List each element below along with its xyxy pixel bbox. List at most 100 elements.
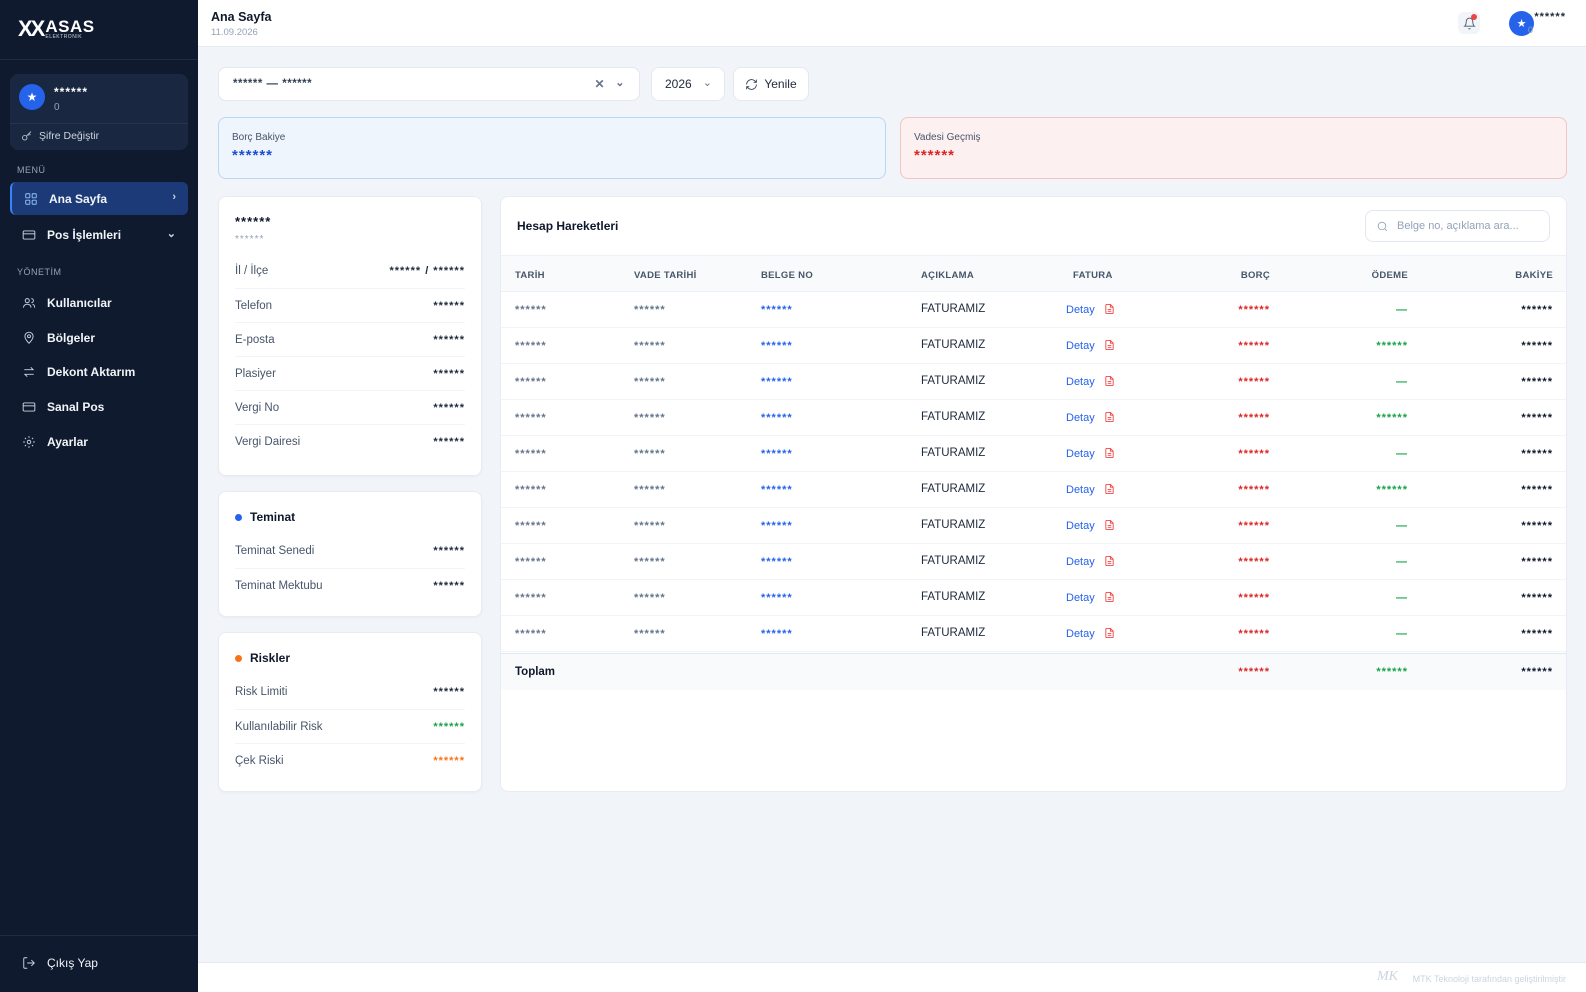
refresh-button[interactable]: Yenile [733,67,809,101]
transfer-icon [23,366,35,377]
pdf-file-icon[interactable] [1104,411,1115,423]
info-value: ****** [433,401,465,414]
brand-logo[interactable]: XX ASAS ELEKTRONIK [18,16,95,42]
detay-link[interactable]: Detay [1066,628,1095,640]
sidebar-item-pos-islemleri[interactable]: Pos İşlemleri ⌄ [10,218,188,251]
cell-belge-no[interactable]: ****** [761,376,793,388]
cell-bakiye: ****** [1521,484,1553,496]
pdf-file-icon[interactable] [1104,519,1115,531]
th-bakiye[interactable]: BAKİYE [1515,270,1553,281]
cell-borc: ****** [1238,556,1270,568]
transactions-search-input[interactable]: Belge no, açıklama ara... [1365,210,1550,242]
risk-panel: Riskler Risk Limiti ****** Kullanılabilir… [218,632,482,792]
pdf-file-icon[interactable] [1104,303,1115,315]
cell-odeme: ****** [1376,484,1408,496]
cell-belge-no[interactable]: ****** [761,592,793,604]
th-aciklama[interactable]: AÇIKLAMA [921,270,974,281]
table-row[interactable]: ****** ****** ****** FATURAMIZ Detay ****** — *… [501,580,1566,616]
info-value: ****** / ****** [389,265,465,277]
cell-vade: ****** [634,340,666,352]
cell-belge-no[interactable]: ****** [761,484,793,496]
risk-heading: Riskler [235,651,290,665]
detay-link[interactable]: Detay [1066,520,1095,532]
sidebar-item-label: Bölgeler [47,330,96,345]
pdf-file-icon[interactable] [1104,555,1115,567]
risk-value: ****** [433,686,465,698]
cell-belge-no[interactable]: ****** [761,556,793,568]
th-tarih[interactable]: TARİH [515,270,545,281]
detay-link[interactable]: Detay [1066,340,1095,352]
cell-tarih: ****** [515,556,547,568]
detay-link[interactable]: Detay [1066,556,1095,568]
info-row-il-ilce: İl / İlçe ****** / ****** [235,254,465,288]
logout-button[interactable]: Çıkış Yap [10,946,188,979]
cell-vade: ****** [634,520,666,532]
detay-link[interactable]: Detay [1066,412,1095,424]
table-row[interactable]: ****** ****** ****** FATURAMIZ Detay ****** — *… [501,616,1566,652]
table-row[interactable]: ****** ****** ****** FATURAMIZ Detay ****** — *… [501,292,1566,328]
teminat-panel: Teminat Teminat Senedi ****** Teminat Mek… [218,491,482,617]
cell-belge-no[interactable]: ****** [761,412,793,424]
th-odeme[interactable]: ÖDEME [1372,270,1408,281]
sidebar-item-ana-sayfa[interactable]: Ana Sayfa › [10,182,188,215]
table-header: TARİH VADE TARİHİ BELGE NO AÇIKLAMA FATU… [501,255,1566,292]
info-value: ****** [433,299,465,312]
blue-dot-icon [235,513,242,521]
table-row[interactable]: ****** ****** ****** FATURAMIZ Detay ****** — *… [501,544,1566,580]
cell-aciklama: FATURAMIZ [921,447,986,459]
cell-vade: ****** [634,592,666,604]
table-row[interactable]: ****** ****** ****** FATURAMIZ Detay ****** — *… [501,436,1566,472]
sidebar-item-sanal-pos[interactable]: Sanal Pos [10,390,188,423]
table-row[interactable]: ****** ****** ****** FATURAMIZ Detay ****** — *… [501,508,1566,544]
detay-link[interactable]: Detay [1066,304,1095,316]
clear-icon[interactable]: ✕ [594,77,605,91]
pdf-file-icon[interactable] [1104,591,1115,603]
table-row[interactable]: ****** ****** ****** FATURAMIZ Detay ****** **… [501,400,1566,436]
table-row[interactable]: ****** ****** ****** FATURAMIZ Detay ****** **… [501,328,1566,364]
detay-link[interactable]: Detay [1066,448,1095,460]
detay-link[interactable]: Detay [1066,376,1095,388]
pdf-file-icon[interactable] [1104,339,1115,351]
debt-balance-card: Borç Bakiye ****** [218,117,886,179]
detay-link[interactable]: Detay [1066,484,1095,496]
cell-belge-no[interactable]: ****** [761,304,793,316]
users-icon [22,297,36,308]
table-row[interactable]: ****** ****** ****** FATURAMIZ Detay ****** **… [501,472,1566,508]
cell-odeme: ****** [1376,412,1408,424]
teminat-row-mektup: Teminat Mektubu ****** [235,568,465,602]
table-row[interactable]: ****** ****** ****** FATURAMIZ Detay ****** — *… [501,364,1566,400]
user-count: 0 [54,102,60,113]
user-avatar[interactable]: ★ [19,84,45,110]
cell-aciklama: FATURAMIZ [921,375,986,387]
sidebar-item-kullanicilar[interactable]: Kullanıcılar [10,286,188,319]
th-belge-no[interactable]: BELGE NO [761,270,813,281]
cell-belge-no[interactable]: ****** [761,520,793,532]
pdf-file-icon[interactable] [1104,627,1115,639]
detay-link[interactable]: Detay [1066,592,1095,604]
pdf-file-icon[interactable] [1104,447,1115,459]
th-borc[interactable]: BORÇ [1241,270,1270,281]
customer-select[interactable]: ****** — ****** ✕ ⌄ [218,67,640,101]
cell-belge-no[interactable]: ****** [761,340,793,352]
topbar: Ana Sayfa 11.09.2026 ★ ****** [198,0,1586,47]
cell-belge-no[interactable]: ****** [761,628,793,640]
info-row-telefon: Telefon ****** [235,288,465,322]
pdf-file-icon[interactable] [1104,483,1115,495]
notifications-button[interactable] [1458,12,1480,34]
cell-belge-no[interactable]: ****** [761,448,793,460]
sidebar-item-bolgeler[interactable]: Bölgeler [10,321,188,354]
cell-odeme: ****** [1376,340,1408,352]
cell-vade: ****** [634,448,666,460]
sidebar-item-ayarlar[interactable]: Ayarlar [10,425,188,458]
key-icon [22,131,32,141]
th-fatura[interactable]: FATURA [1073,270,1113,281]
sidebar-item-dekont-aktarim[interactable]: Dekont Aktarım [10,355,188,388]
chevron-down-icon[interactable]: ⌄ [615,76,625,89]
header-user-name[interactable]: ****** [1534,11,1566,23]
th-vade-tarihi[interactable]: VADE TARİHİ [634,270,697,281]
sidebar-item-label: Ana Sayfa [49,191,108,206]
year-select[interactable]: 2026 ⌄ [651,67,725,101]
change-password-link[interactable]: Şifre Değiştir [21,130,99,142]
debt-balance-value: ****** [232,147,274,164]
pdf-file-icon[interactable] [1104,375,1115,387]
